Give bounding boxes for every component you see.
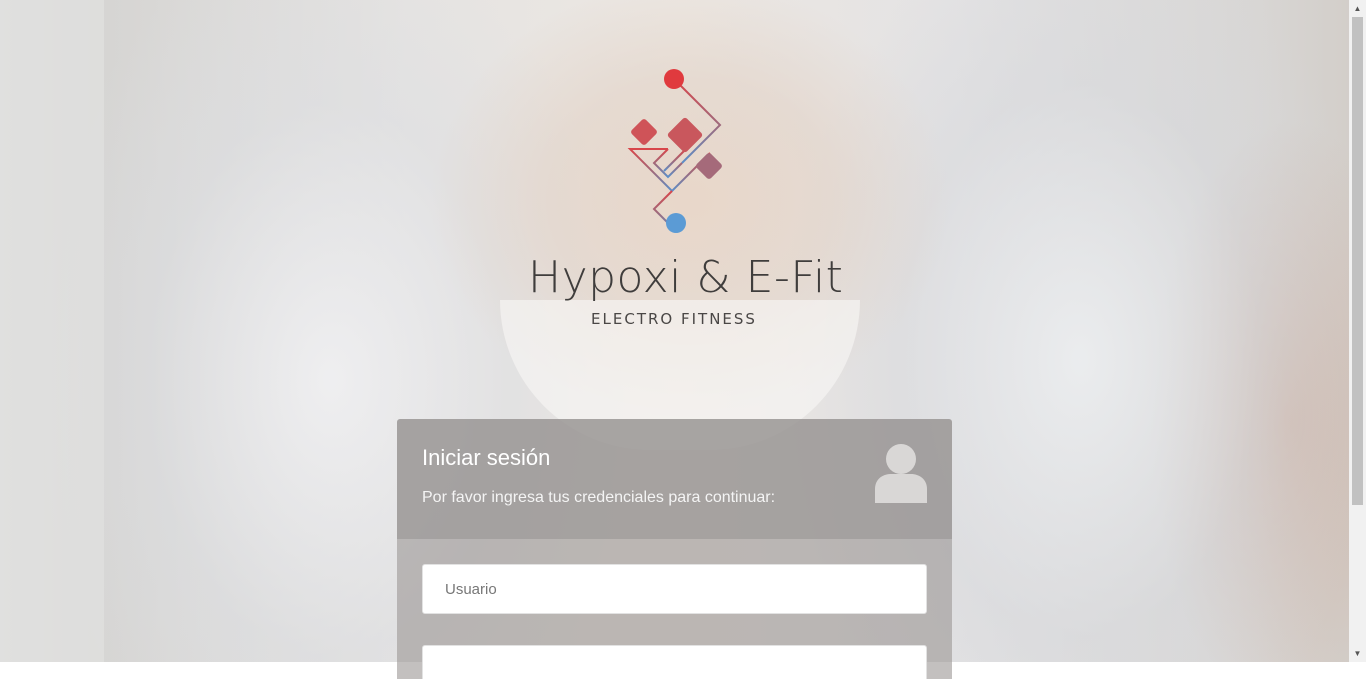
brand-tagline: ELECTRO FITNESS [591, 310, 757, 328]
user-avatar-icon [875, 444, 927, 503]
login-panel-body [397, 539, 952, 679]
username-input[interactable] [422, 564, 927, 614]
scrollbar-thumb[interactable] [1352, 17, 1363, 505]
password-input[interactable] [422, 645, 927, 679]
brand-logo: Hypoxi & E-Fit ELECTRO FITNESS [528, 62, 844, 332]
vertical-scrollbar[interactable]: ▲ ▼ [1349, 0, 1366, 662]
scroll-up-arrow-icon[interactable]: ▲ [1349, 0, 1366, 17]
login-title: Iniciar sesión [422, 445, 551, 470]
circuit-diamond-logo-icon [627, 69, 722, 233]
brand-name: Hypoxi & E-Fit [528, 252, 844, 303]
background-left-strip [0, 0, 104, 662]
login-panel: Iniciar sesión Por favor ingresa tus cre… [397, 419, 952, 679]
login-subtitle: Por favor ingresa tus credenciales para … [422, 489, 776, 506]
login-panel-header: Iniciar sesión Por favor ingresa tus cre… [397, 419, 952, 539]
scroll-down-arrow-icon[interactable]: ▼ [1349, 645, 1366, 662]
